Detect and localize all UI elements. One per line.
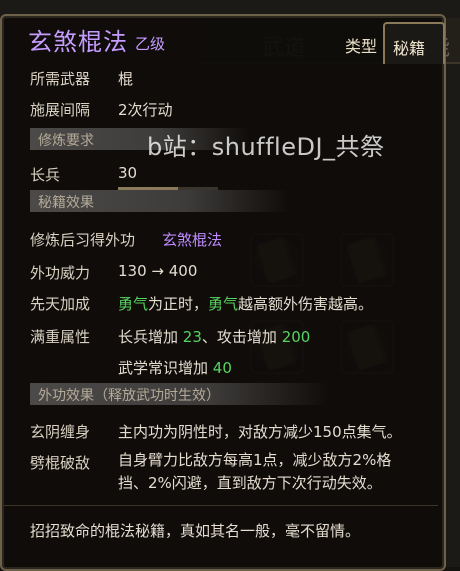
full-weight-label: 满重属性 [30, 328, 91, 346]
learn-value: 玄煞棍法 [162, 231, 223, 249]
section-effects: 秘籍效果 [30, 190, 290, 212]
innate-part: 为正时， [148, 295, 209, 313]
interval-label: 施展间隔 [30, 101, 91, 119]
tab-miji-label: 秘籍 [393, 39, 426, 58]
effect1-text: 主内功为阴性时，对敌方减少150点集气。 [118, 423, 402, 441]
innate-text: 勇气为正时，勇气越高额外伤害越高。 [118, 293, 373, 314]
effect2-name: 劈棍破敌 [30, 454, 91, 472]
effect2-line: 自身臂力比敌方每高1点，减少敌方2%格 [118, 451, 392, 469]
tab-miji[interactable]: 秘籍 [383, 22, 445, 64]
innate-keyword: 勇气 [118, 295, 149, 313]
full-weight-value: 40 [212, 359, 232, 377]
tab-type[interactable]: 类型 [345, 33, 377, 57]
section-requirements-label: 修炼要求 [38, 133, 94, 149]
learn-label: 修炼后习得外功 [30, 231, 136, 249]
interval-value: 2次行动 [118, 101, 173, 119]
innate-keyword: 勇气 [208, 295, 239, 313]
section-external-effects: 外功效果（释放武功时生效） [30, 383, 330, 405]
footer-divider [4, 505, 438, 506]
effect2-text: 自身臂力比敌方每高1点，减少敌方2%格 挡、2%闪避，直到敌方下次行动失效。 [118, 449, 391, 495]
full-weight-text: 武学常识增加 [118, 359, 209, 377]
full-weight-value: 23 [182, 328, 202, 346]
requirement-label: 长兵 [30, 166, 61, 184]
power-value: 130 → 400 [118, 262, 198, 280]
watermark: b站：shuffleDJ_共祭 [147, 133, 385, 161]
full-weight-value: 200 [281, 328, 311, 346]
requirement-value: 30 [118, 164, 138, 182]
section-effects-label: 秘籍效果 [38, 195, 94, 211]
skill-grade: 乙级 [135, 35, 166, 53]
flavor-text: 招招致命的棍法秘籍，真如其名一般，毫不留情。 [30, 522, 361, 540]
effect1-name: 玄阴缠身 [30, 423, 91, 441]
full-weight-text: 长兵增加 [118, 328, 179, 346]
skill-title: 玄煞棍法 [28, 28, 128, 56]
effect2-line: 挡、2%闪避，直到敌方下次行动失效。 [118, 474, 382, 492]
innate-label: 先天加成 [30, 295, 91, 313]
innate-part: 越高额外伤害越高。 [238, 295, 374, 313]
full-weight-text: 、攻击增加 [201, 328, 277, 346]
power-label: 外功威力 [30, 264, 91, 282]
section-external-label: 外功效果（释放武功时生效） [38, 388, 220, 404]
weapon-label: 所需武器 [30, 70, 91, 88]
full-weight-line-2: 武学常识增加 40 [118, 357, 232, 378]
full-weight-line-1: 长兵增加 23、攻击增加 200 [118, 326, 310, 347]
weapon-value: 棍 [118, 70, 134, 88]
